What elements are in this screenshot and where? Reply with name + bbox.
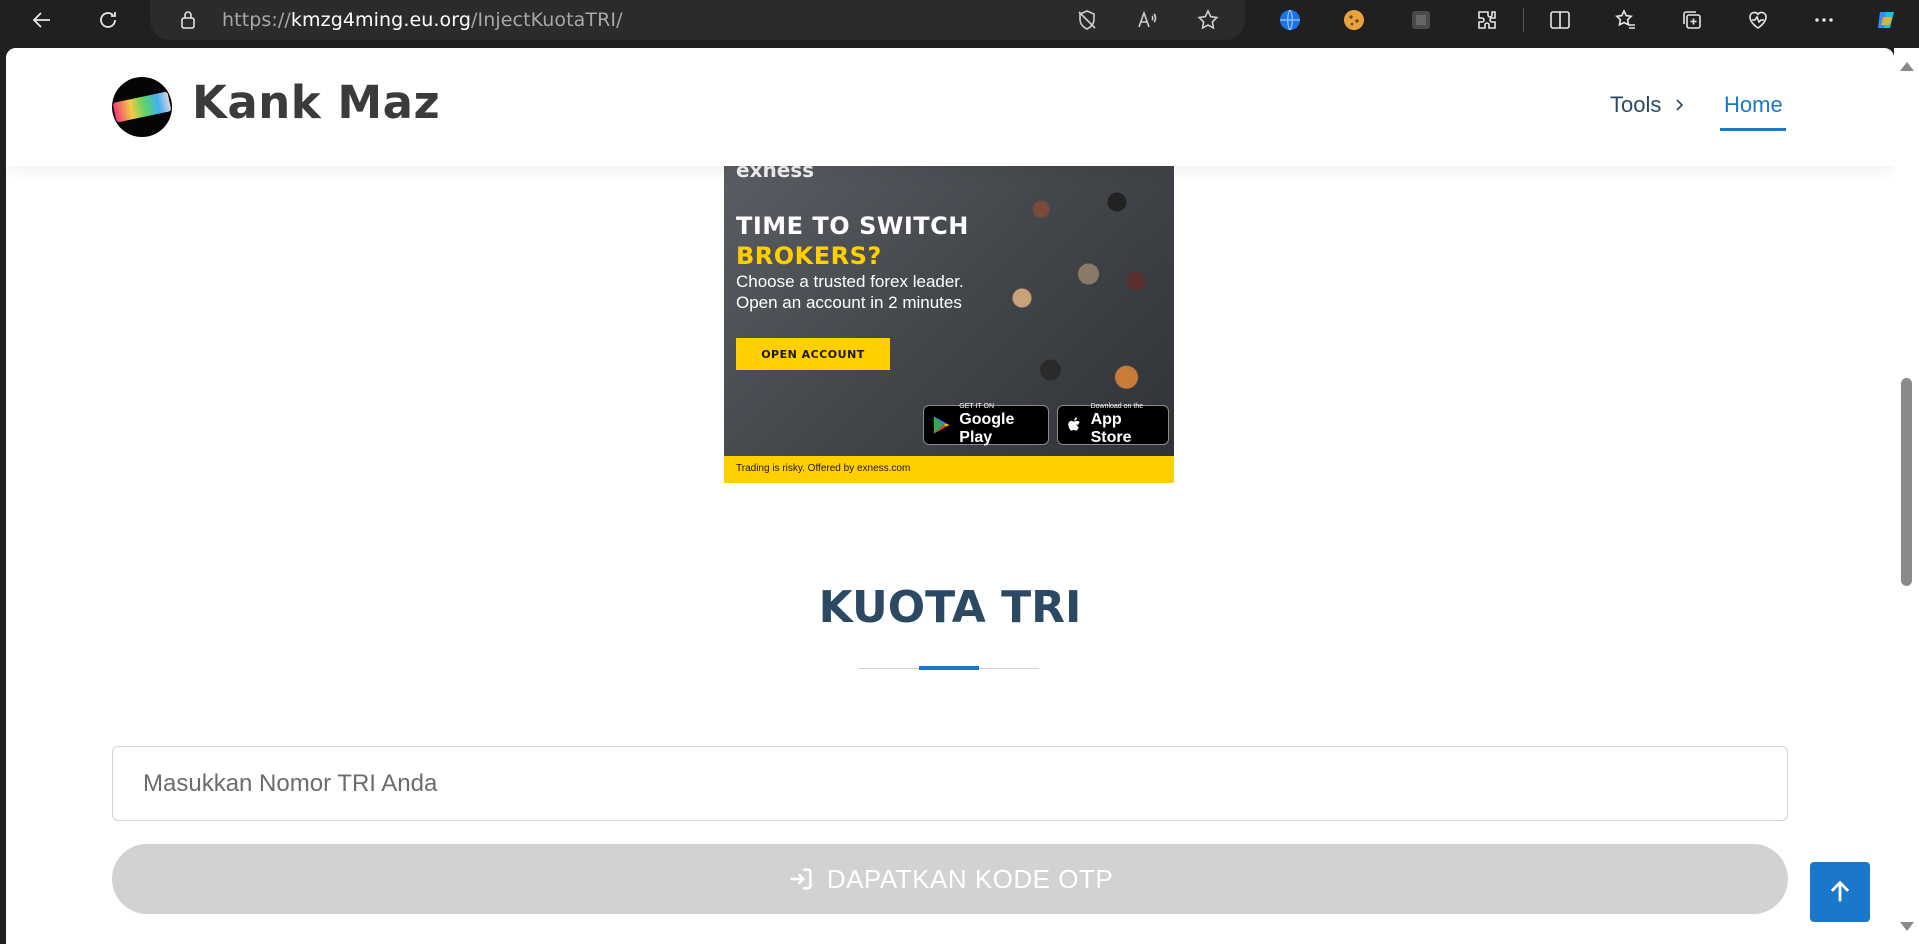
app-store-badge[interactable]: Download on the App Store [1057, 403, 1169, 446]
ad-open-account-button[interactable]: OPEN ACCOUNT [736, 338, 890, 370]
site-header: Kank Maz Tools Home [6, 48, 1894, 166]
scrollbar-thumb[interactable] [1901, 378, 1912, 586]
scroll-down-arrow-icon[interactable] [1900, 922, 1914, 931]
ad-subtext-1: Choose a trusted forex leader. [736, 272, 964, 291]
site-name[interactable]: Kank Maz [192, 76, 440, 129]
url-text[interactable]: https://kmzg4ming.eu.org/InjectKuotaTRI/ [222, 9, 623, 31]
cookie-extension-icon[interactable] [1334, 0, 1374, 40]
back-icon[interactable] [22, 0, 62, 40]
get-otp-button-label: DAPATKAN KODE OTP [826, 863, 1114, 894]
title-divider-accent [919, 666, 979, 670]
tracking-prevention-icon[interactable] [1075, 8, 1099, 32]
app-store-small-text: Download on the [1090, 403, 1144, 410]
nav-home[interactable]: Home [1724, 92, 1783, 118]
ad-headline-2: BROKERS? [736, 242, 882, 270]
logo-graffiti-art [112, 91, 172, 123]
extensions-puzzle-icon[interactable] [1467, 0, 1507, 40]
page-viewport: Kank Maz Tools Home exness TIME TO SWITC… [6, 48, 1894, 944]
browser-essentials-icon[interactable] [1738, 0, 1778, 40]
apple-icon [1068, 417, 1080, 431]
browser-toolbar: https://kmzg4ming.eu.org/InjectKuotaTRI/ [0, 0, 1919, 48]
more-menu-icon[interactable] [1804, 0, 1844, 40]
google-play-big-text: Google Play [959, 411, 1015, 446]
google-play-icon [933, 416, 950, 434]
ad-banner[interactable]: exness TIME TO SWITCH BROKERS? Choose a … [724, 166, 1174, 483]
nav-tools-label: Tools [1610, 92, 1662, 117]
read-aloud-icon[interactable] [1135, 8, 1159, 32]
google-play-small-text: GET IT ON [959, 403, 995, 410]
get-otp-button[interactable]: DAPATKAN KODE OTP [112, 844, 1788, 914]
ad-headline-1: TIME TO SWITCH [736, 212, 969, 240]
collections-icon[interactable] [1672, 0, 1712, 40]
ad-brand-logo: exness [736, 166, 815, 182]
nav-active-underline [1720, 128, 1786, 131]
ad-subtext-2: Open an account in 2 minutes [736, 293, 962, 312]
page-scrollbar[interactable] [1894, 48, 1919, 944]
section-title: KUOTA TRI [818, 582, 1082, 633]
sign-in-icon [790, 868, 812, 890]
favorite-star-icon[interactable] [1196, 8, 1220, 32]
refresh-icon[interactable] [88, 0, 128, 40]
favorites-icon[interactable] [1606, 0, 1646, 40]
toolbar-separator [1523, 8, 1524, 32]
address-bar[interactable]: https://kmzg4ming.eu.org/InjectKuotaTRI/ [150, 0, 1245, 40]
chevron-right-icon [1676, 99, 1684, 111]
split-screen-icon[interactable] [1540, 0, 1580, 40]
ad-disclaimer: Trading is risky. Offered by exness.com [724, 456, 1174, 483]
ad-photo-crowd [984, 166, 1174, 406]
globe-extension-icon[interactable] [1270, 0, 1310, 40]
nav-tools[interactable]: Tools [1610, 92, 1687, 118]
scroll-up-arrow-icon[interactable] [1900, 62, 1914, 71]
extension-grey-icon[interactable] [1401, 0, 1441, 40]
arrow-up-icon [1830, 880, 1850, 902]
app-store-big-text: App Store [1090, 411, 1132, 446]
phone-number-input[interactable] [112, 746, 1788, 821]
lock-icon[interactable] [176, 8, 200, 32]
copilot-icon[interactable] [1866, 0, 1906, 40]
site-logo[interactable] [112, 77, 172, 137]
google-play-badge[interactable]: GET IT ON Google Play [923, 403, 1049, 446]
back-to-top-button[interactable] [1810, 862, 1870, 922]
